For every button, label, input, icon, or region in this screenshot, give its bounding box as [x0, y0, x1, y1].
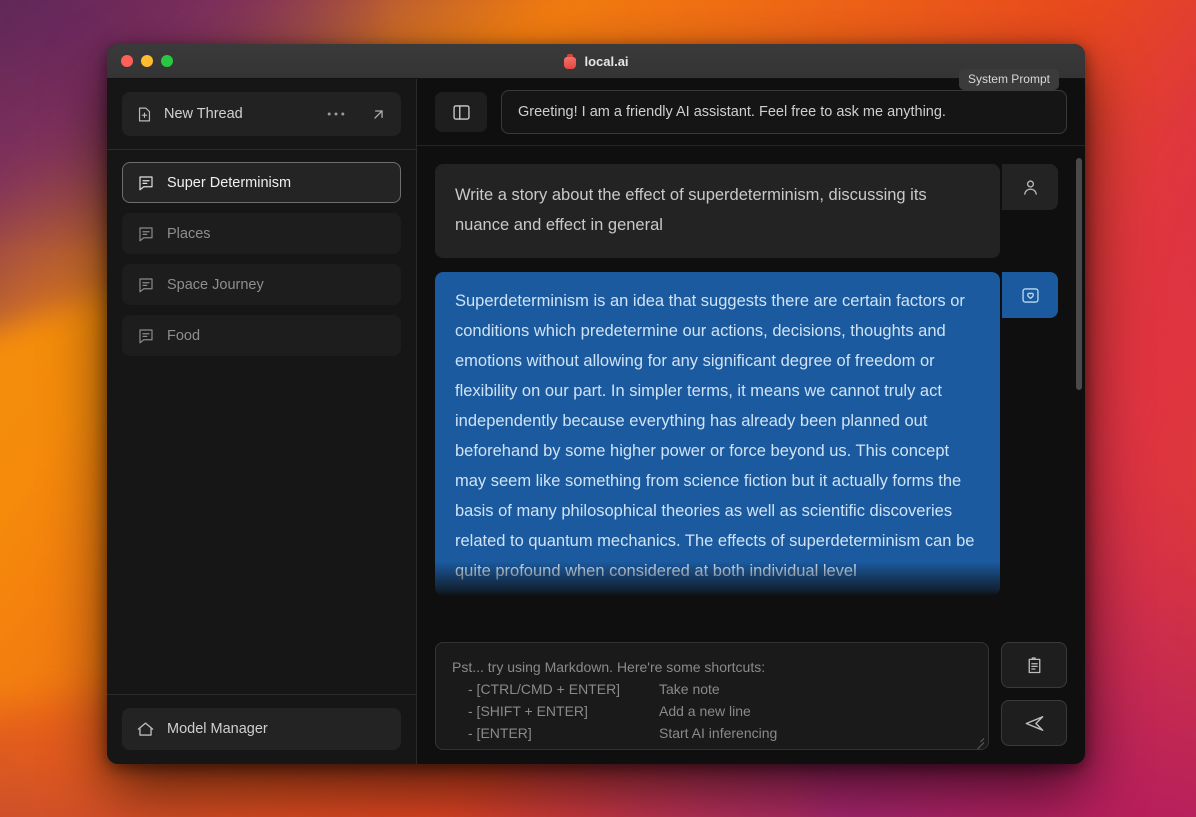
clipboard-note-icon	[1024, 655, 1045, 676]
composer-hint-action: Add a new line	[659, 700, 751, 722]
thread-item-places[interactable]: Places	[122, 213, 401, 254]
close-button[interactable]	[121, 55, 133, 67]
composer-hint-key: - [CTRL/CMD + ENTER]	[452, 678, 659, 700]
composer-actions	[1001, 642, 1067, 746]
chat-bubble-icon	[137, 174, 155, 192]
composer-hint-row: - [SHIFT + ENTER] Add a new line	[452, 700, 972, 722]
sidebar-footer: Model Manager	[107, 694, 416, 764]
composer-hint-intro: Pst... try using Markdown. Here're some …	[452, 656, 972, 678]
system-prompt-bar: System Prompt	[417, 79, 1085, 146]
file-plus-icon	[136, 106, 153, 123]
thread-item-label: Space Journey	[167, 277, 264, 293]
main-panel: System Prompt Write a story about the ef…	[417, 79, 1085, 764]
user-person-icon	[1002, 164, 1058, 210]
thread-item-label: Super Determinism	[167, 175, 291, 191]
message-text: Write a story about the effect of superd…	[435, 164, 1000, 258]
send-button[interactable]	[1001, 700, 1067, 746]
system-prompt-badge: System Prompt	[959, 69, 1059, 90]
message-user: Write a story about the effect of superd…	[435, 164, 1067, 258]
thread-item-label: Places	[167, 226, 211, 242]
composer-hint-key: - [SHIFT + ENTER]	[452, 700, 659, 722]
thread-item-food[interactable]: Food	[122, 315, 401, 356]
chat-scrollbar[interactable]	[1076, 158, 1082, 390]
message-text: Superdeterminism is an idea that suggest…	[435, 272, 1000, 596]
composer-hint-action: Start AI inferencing	[659, 722, 777, 744]
message-assistant: Superdeterminism is an idea that suggest…	[435, 272, 1067, 596]
thread-item-label: Food	[167, 328, 200, 344]
composer-hint-action: Take note	[659, 678, 720, 700]
composer-hint-key: - [ENTER]	[452, 722, 659, 744]
app-window: local.ai New Thread	[107, 44, 1085, 764]
chat-bubble-icon	[137, 327, 155, 345]
composer-input[interactable]: Pst... try using Markdown. Here're some …	[435, 642, 989, 750]
model-manager-label: Model Manager	[167, 721, 268, 737]
maximize-button[interactable]	[161, 55, 173, 67]
heart-in-box-icon	[1002, 272, 1058, 318]
window-titlebar: local.ai	[107, 44, 1085, 79]
sidebar-header: New Thread	[107, 79, 416, 150]
paper-plane-send-icon	[1023, 712, 1046, 735]
window-title-group: local.ai	[107, 54, 1085, 69]
system-prompt-input[interactable]	[501, 90, 1067, 134]
composer-hint-row: - [ENTER] Start AI inferencing	[452, 722, 972, 744]
resize-grip[interactable]	[974, 735, 984, 745]
sidebar-panel-toggle-icon[interactable]	[435, 92, 487, 132]
external-link-arrow-icon[interactable]	[370, 106, 387, 123]
ellipsis-icon[interactable]	[327, 111, 345, 117]
composer: Pst... try using Markdown. Here're some …	[417, 634, 1085, 764]
traffic-light-group	[107, 55, 173, 67]
app-logo-icon	[563, 54, 577, 69]
thread-item-super-determinism[interactable]: Super Determinism	[122, 162, 401, 203]
thread-list: Super Determinism Places	[107, 150, 416, 694]
new-thread-button[interactable]: New Thread	[122, 92, 401, 136]
chat-bubble-icon	[137, 225, 155, 243]
chat-bubble-icon	[137, 276, 155, 294]
desktop-wallpaper: local.ai New Thread	[0, 0, 1196, 817]
sidebar: New Thread	[107, 79, 417, 764]
window-title: local.ai	[584, 54, 628, 69]
chat-message-list[interactable]: Write a story about the effect of superd…	[417, 146, 1085, 634]
composer-hint-row: - [CTRL/CMD + ENTER] Take note	[452, 678, 972, 700]
system-prompt-wrap: System Prompt	[501, 90, 1067, 134]
thread-item-space-journey[interactable]: Space Journey	[122, 264, 401, 305]
minimize-button[interactable]	[141, 55, 153, 67]
model-manager-button[interactable]: Model Manager	[122, 708, 401, 750]
home-icon	[136, 720, 155, 739]
new-thread-label: New Thread	[164, 106, 316, 122]
window-body: New Thread	[107, 79, 1085, 764]
take-note-button[interactable]	[1001, 642, 1067, 688]
